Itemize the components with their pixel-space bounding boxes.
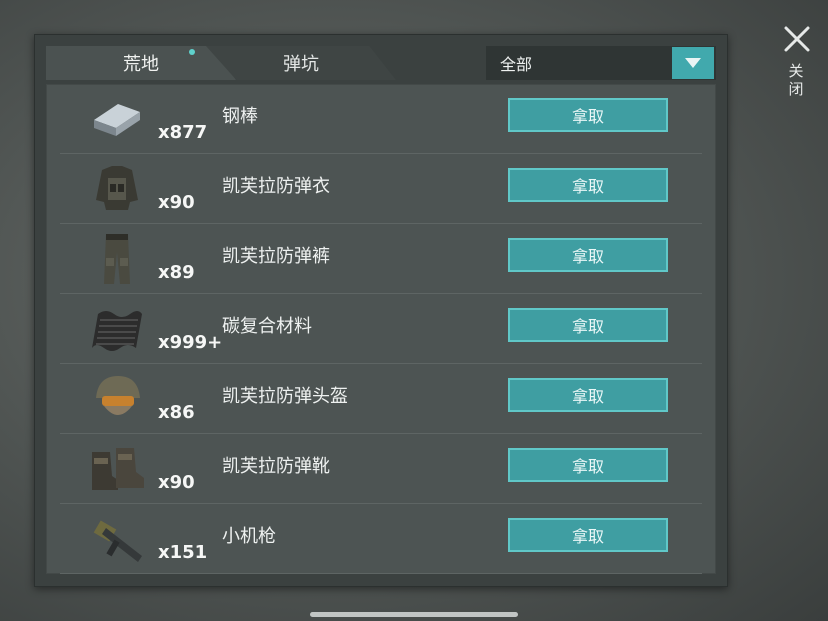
item-count: x999+	[158, 332, 223, 353]
close-icon[interactable]	[780, 22, 814, 56]
boots-icon	[92, 448, 144, 490]
list-item: x89 凯芙拉防弹裤 拿取	[60, 224, 702, 294]
take-button[interactable]: 拿取	[508, 308, 668, 342]
item-name: 凯芙拉防弹衣	[222, 176, 330, 197]
take-button[interactable]: 拿取	[508, 238, 668, 272]
take-button[interactable]: 拿取	[508, 518, 668, 552]
item-list: x877 钢棒 拿取 x90 凯芙拉防弹衣 拿取 x89 凯芙拉防弹裤 拿取 x…	[46, 84, 716, 574]
list-item: x877 钢棒 拿取	[60, 84, 702, 154]
armor-pants-icon	[104, 234, 130, 284]
notification-dot	[189, 49, 195, 55]
tab-label: 荒地	[123, 54, 159, 75]
item-count: x86	[158, 402, 195, 423]
item-count: x89	[158, 262, 195, 283]
take-button[interactable]: 拿取	[508, 448, 668, 482]
filter-selected: 全部	[500, 55, 533, 74]
item-name: 凯芙拉防弹靴	[222, 456, 330, 477]
list-item: x86 凯芙拉防弹头盔 拿取	[60, 364, 702, 434]
take-button[interactable]: 拿取	[508, 378, 668, 412]
item-count: x151	[158, 542, 208, 563]
home-indicator	[310, 612, 518, 617]
item-count: x90	[158, 472, 195, 493]
armor-vest-icon	[96, 166, 138, 210]
carbon-sheet-icon	[92, 311, 142, 351]
item-name: 钢棒	[222, 106, 258, 127]
tab-label: 弹坑	[283, 54, 319, 75]
helmet-icon	[96, 376, 140, 415]
storage-panel: 荒地 弹坑 全部 x877 钢棒 拿取 x90 凯芙拉防弹衣 拿取 x89 凯芙…	[34, 34, 728, 587]
list-item: x999+ 碳复合材料 拿取	[60, 294, 702, 364]
item-count: x90	[158, 192, 195, 213]
tab-crater[interactable]: 弹坑	[206, 46, 396, 80]
item-name: 凯芙拉防弹裤	[222, 246, 330, 267]
list-item: x90 凯芙拉防弹衣 拿取	[60, 154, 702, 224]
take-button[interactable]: 拿取	[508, 98, 668, 132]
list-item: x90 凯芙拉防弹靴 拿取	[60, 434, 702, 504]
list-item: x151 小机枪 拿取	[60, 504, 702, 574]
dropdown-button[interactable]	[672, 47, 714, 79]
gun-icon	[93, 520, 142, 562]
close-label[interactable]: 关闭	[786, 62, 806, 98]
steel-bar-icon	[94, 104, 140, 136]
item-name: 凯芙拉防弹头盔	[222, 386, 348, 407]
tab-wasteland[interactable]: 荒地	[46, 46, 236, 80]
item-name: 小机枪	[222, 526, 276, 547]
item-count: x877	[158, 122, 208, 143]
filter-dropdown[interactable]: 全部	[486, 46, 716, 80]
item-name: 碳复合材料	[222, 316, 312, 337]
chevron-down-icon	[685, 58, 701, 68]
take-button[interactable]: 拿取	[508, 168, 668, 202]
